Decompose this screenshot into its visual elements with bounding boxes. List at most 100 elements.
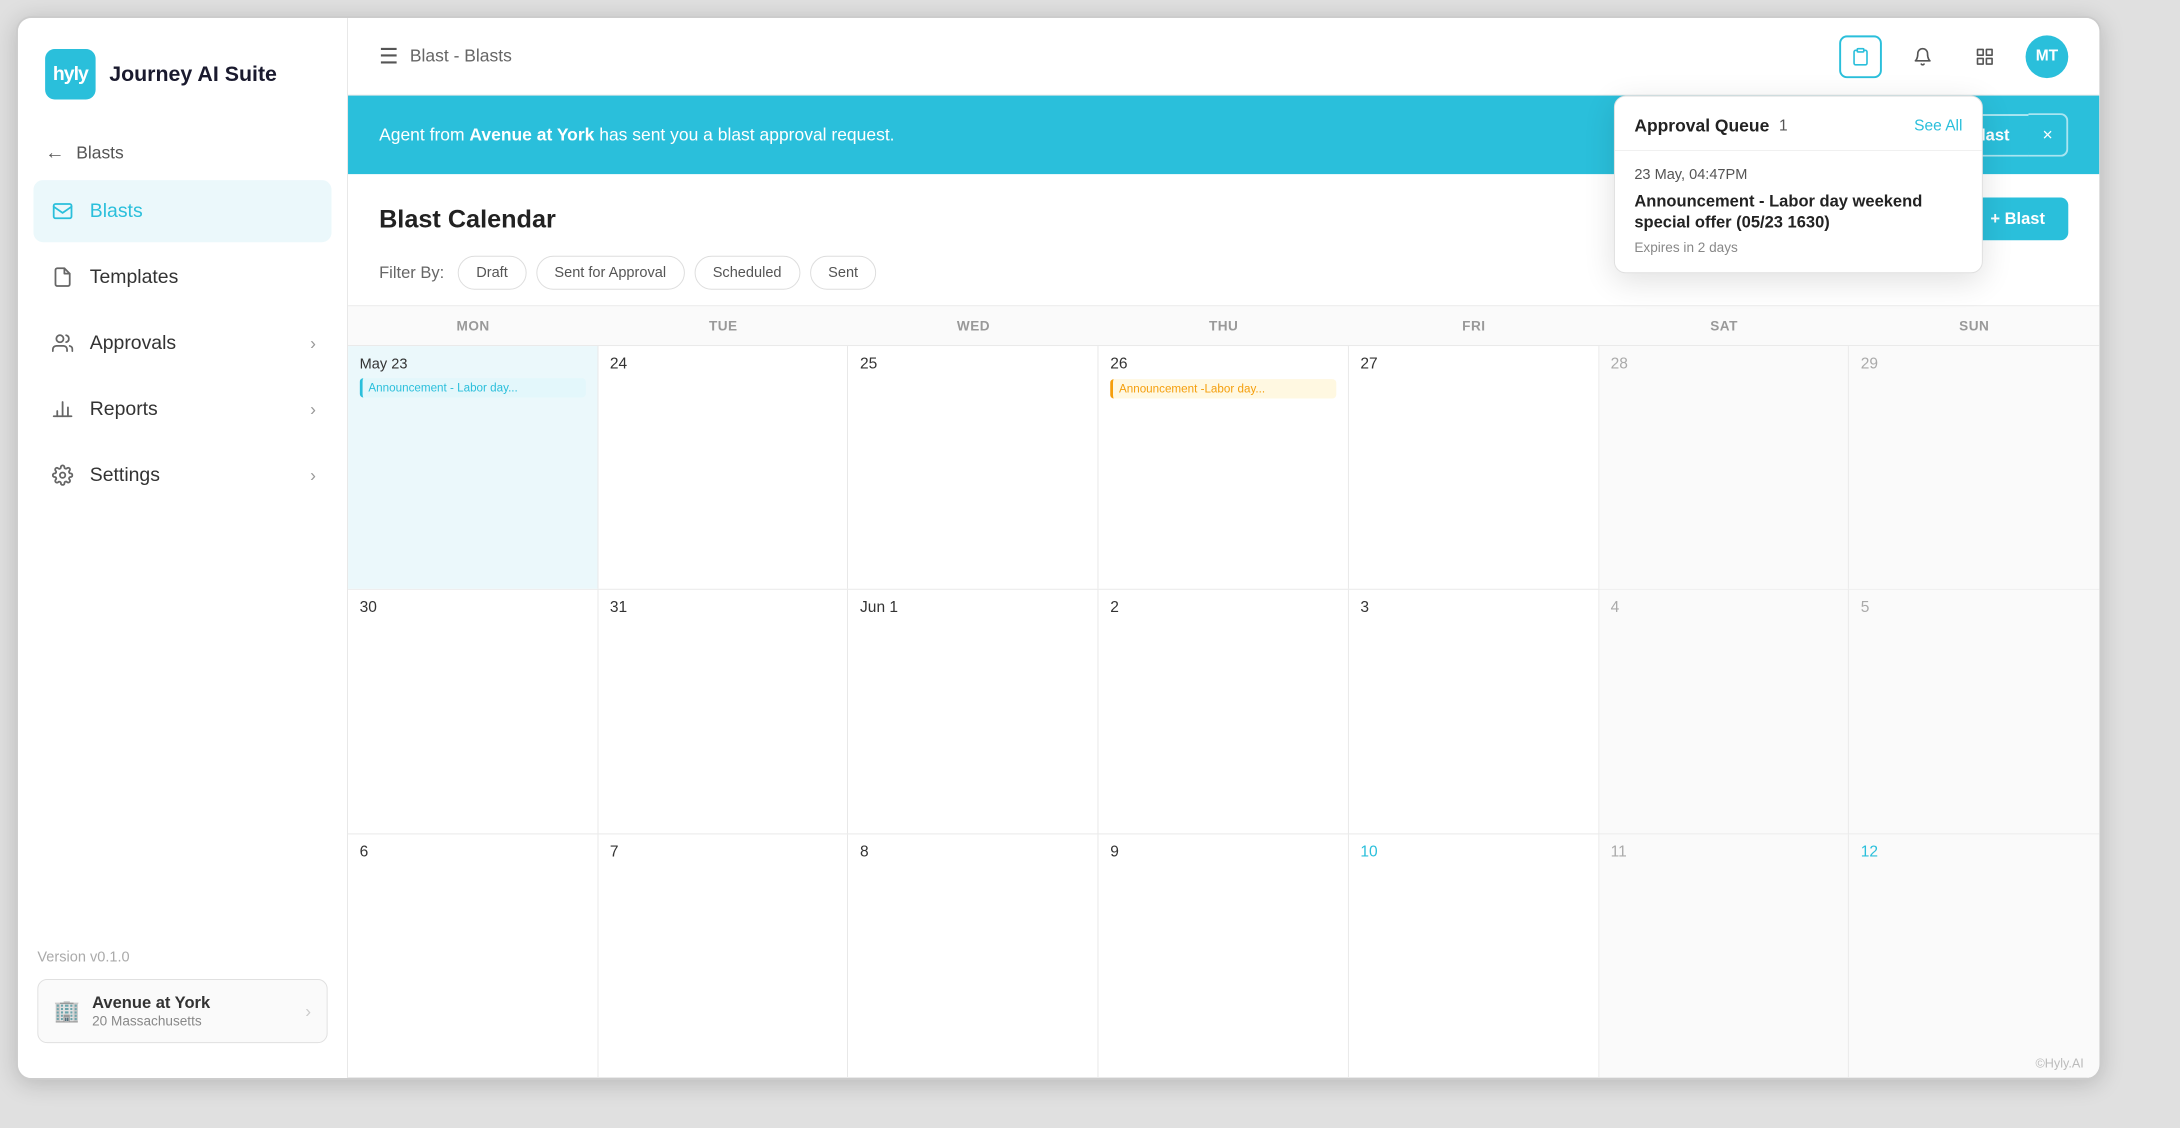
cal-cell-5[interactable]: 5 (1849, 590, 2099, 833)
cal-cell-29[interactable]: 29 (1849, 346, 2099, 589)
see-all-link[interactable]: See All (1914, 117, 1962, 134)
cell-date-12: 12 (1861, 844, 2088, 861)
templates-label: Templates (90, 266, 178, 288)
topbar-right: MT (1839, 35, 2068, 78)
approval-subject: Announcement - Labor day weekend special… (1634, 191, 1962, 234)
users-icon (49, 330, 76, 357)
banner-suffix: has sent you a blast approval request. (594, 125, 894, 144)
chevron-down-icon: › (310, 333, 316, 353)
cal-cell-9[interactable]: 9 (1099, 834, 1349, 1077)
calendar-day-headers: MON TUE WED THU FRI SAT SUN (348, 306, 2099, 346)
cell-date-25: 25 (860, 356, 1086, 373)
day-header-sat: SAT (1599, 306, 1849, 345)
cell-date-jun1: Jun 1 (860, 600, 1086, 617)
main-content: ☰ Blast - Blasts (348, 18, 2099, 1078)
approval-date: 23 May, 04:47PM (1634, 166, 1962, 183)
sidebar-item-blasts[interactable]: Blasts (33, 180, 331, 242)
filter-sent-approval[interactable]: Sent for Approval (536, 256, 685, 290)
sidebar-item-settings[interactable]: Settings › (33, 444, 331, 506)
file-icon (49, 264, 76, 291)
cal-cell-24[interactable]: 24 (598, 346, 848, 589)
cell-date-27: 27 (1360, 356, 1586, 373)
close-banner-button[interactable]: × (2029, 113, 2068, 157)
cell-date-28: 28 (1611, 356, 1837, 373)
banner-prefix: Agent from (379, 125, 469, 144)
cal-cell-6[interactable]: 6 (348, 834, 598, 1077)
cal-cell-12[interactable]: 12 (1849, 834, 2099, 1077)
cal-cell-jun1[interactable]: Jun 1 (848, 590, 1098, 833)
grid-btn[interactable] (1963, 35, 2006, 78)
property-arrow-icon: › (305, 1001, 311, 1021)
sidebar-item-reports[interactable]: Reports › (33, 378, 331, 440)
bell-btn[interactable] (1901, 35, 1944, 78)
approval-item: 23 May, 04:47PM Announcement - Labor day… (1615, 151, 1982, 273)
logo-icon: hyly (45, 49, 95, 99)
event-announcement-thu[interactable]: Announcement -Labor day... (1110, 379, 1336, 398)
cal-cell-may23[interactable]: May 23 Announcement - Labor day... (348, 346, 598, 589)
cell-date-26: 26 (1110, 356, 1336, 373)
cal-cell-7[interactable]: 7 (598, 834, 848, 1077)
cell-date-7: 7 (610, 844, 836, 861)
bar-chart-icon (49, 396, 76, 423)
property-address: 20 Massachusetts (92, 1013, 294, 1029)
calendar-area: Blast Calendar ‹ › 23 May 2025 - 19 Jun … (348, 174, 2099, 1078)
sidebar-item-templates[interactable]: Templates (33, 246, 331, 308)
day-header-wed: WED (848, 306, 1098, 345)
gear-icon (49, 462, 76, 489)
approvals-label: Approvals (90, 332, 176, 354)
cal-cell-31[interactable]: 31 (598, 590, 848, 833)
topbar: ☰ Blast - Blasts (348, 18, 2099, 96)
cal-cell-10[interactable]: 10 (1349, 834, 1599, 1077)
sidebar-logo: hyly Journey AI Suite (18, 18, 347, 127)
settings-label: Settings (90, 464, 160, 486)
approval-queue-popup: Approval Queue 1 See All 23 May, 04:47PM… (1614, 96, 1983, 274)
cell-date-may23: May 23 (360, 356, 586, 373)
cal-cell-11[interactable]: 11 (1599, 834, 1849, 1077)
cell-date-30: 30 (360, 600, 586, 617)
filter-sent[interactable]: Sent (810, 256, 877, 290)
filter-scheduled[interactable]: Scheduled (694, 256, 800, 290)
cell-date-6: 6 (360, 844, 586, 861)
filter-label: Filter By: (379, 263, 444, 282)
cell-date-31: 31 (610, 600, 836, 617)
approval-title-row: Approval Queue 1 (1634, 116, 1787, 136)
cal-cell-8[interactable]: 8 (848, 834, 1098, 1077)
back-arrow-icon: ← (45, 142, 64, 164)
cell-date-8: 8 (860, 844, 1086, 861)
clipboard-btn[interactable] (1839, 35, 1882, 78)
approval-subject-code: (05/23 1630) (1736, 213, 1830, 231)
chevron-down-icon-settings: › (310, 465, 316, 485)
filter-draft[interactable]: Draft (458, 256, 526, 290)
cal-cell-3[interactable]: 3 (1349, 590, 1599, 833)
cell-date-2: 2 (1110, 600, 1336, 617)
banner-bold: Avenue at York (469, 125, 594, 144)
nav-back-label: Blasts (76, 143, 124, 163)
approval-time: , 04:47PM (1681, 166, 1747, 183)
cal-cell-2[interactable]: 2 (1099, 590, 1349, 833)
cal-cell-26[interactable]: 26 Announcement -Labor day... (1099, 346, 1349, 589)
cal-cell-25[interactable]: 25 (848, 346, 1098, 589)
day-header-mon: MON (348, 306, 598, 345)
calendar-weeks: May 23 Announcement - Labor day... 24 25… (348, 346, 2099, 1078)
day-header-sun: SUN (1849, 306, 2099, 345)
cell-date-10: 10 (1360, 844, 1586, 861)
property-name: Avenue at York (92, 994, 294, 1013)
copyright: ©Hyly.AI (2035, 1056, 2083, 1071)
breadcrumb: Blast - Blasts (410, 46, 512, 66)
sidebar-item-approvals[interactable]: Approvals › (33, 312, 331, 374)
approval-expires: Expires in 2 days (1634, 239, 1962, 255)
cal-cell-4[interactable]: 4 (1599, 590, 1849, 833)
day-header-thu: THU (1099, 306, 1349, 345)
property-card[interactable]: 🏢 Avenue at York 20 Massachusetts › (37, 979, 327, 1043)
app-frame: hyly Journey AI Suite ← Blasts Blasts (16, 16, 2101, 1080)
nav-back-blasts[interactable]: ← Blasts (33, 127, 331, 180)
cal-cell-27[interactable]: 27 (1349, 346, 1599, 589)
hamburger-icon[interactable]: ☰ (379, 44, 398, 69)
event-announcement-mon[interactable]: Announcement - Labor day... (360, 378, 586, 397)
cal-cell-28[interactable]: 28 (1599, 346, 1849, 589)
cell-date-29: 29 (1861, 356, 2088, 373)
cal-cell-30[interactable]: 30 (348, 590, 598, 833)
sidebar-footer: Version v0.1.0 🏢 Avenue at York 20 Massa… (18, 933, 347, 1058)
user-avatar[interactable]: MT (2026, 35, 2069, 78)
version-text: Version v0.1.0 (37, 949, 327, 966)
